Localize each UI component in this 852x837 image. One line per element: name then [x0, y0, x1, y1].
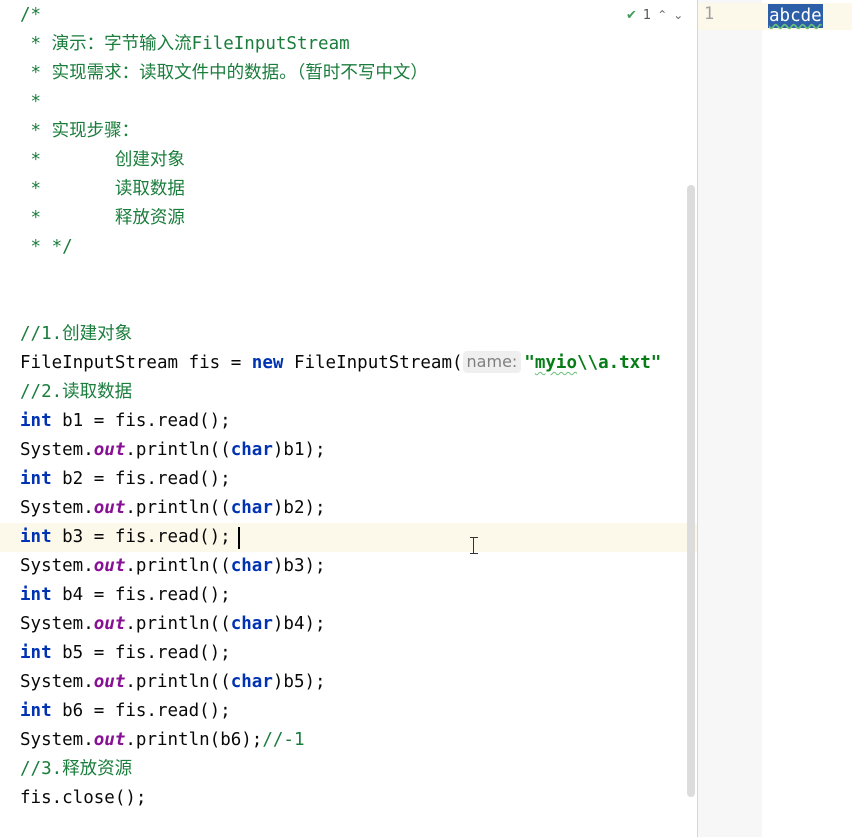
code-line: * — [20, 92, 42, 112]
code-token: System. — [20, 498, 94, 518]
comment-class-name: FileInputStream — [191, 34, 350, 54]
comment-text: * 演示：字节输入流 — [20, 34, 192, 54]
code-token: System. — [20, 556, 94, 576]
code-line-current: int b3 = fis.read(); — [20, 523, 231, 552]
code-token: b3 = fis.read(); — [51, 527, 231, 547]
code-token: b5 = fis.read(); — [51, 643, 231, 663]
inspection-count: 1 — [642, 7, 652, 23]
code-line: fis.close(); — [20, 788, 147, 808]
comment-token: //-1 — [262, 730, 305, 750]
string-token: " — [524, 353, 535, 373]
code-line: //3.释放资源 — [20, 759, 133, 779]
keyword-token: int — [20, 527, 52, 547]
text-caret — [238, 527, 240, 549]
code-token: FileInputStream fis = — [20, 353, 252, 373]
code-token: b6 = fis.read(); — [51, 701, 231, 721]
parameter-hint: name: — [462, 351, 522, 373]
field-token: out — [93, 556, 126, 576]
code-line: //2.读取数据 — [20, 382, 133, 402]
keyword-token: int — [20, 411, 52, 431]
code-token: )b2); — [272, 498, 326, 518]
code-token: System. — [20, 614, 94, 634]
code-editor[interactable]: ✔ 1 ⌃ ⌄ /* * 演示：字节输入流FileInputStream * 实… — [0, 0, 697, 837]
code-line: * 实现需求：读取文件中的数据。（暂时不写中文） — [20, 63, 428, 83]
code-token: System. — [20, 730, 94, 750]
code-line: int b6 = fis.read(); — [20, 697, 231, 726]
text-file-editor[interactable]: 1 abcde — [698, 0, 852, 837]
code-token: b1 = fis.read(); — [51, 411, 231, 431]
code-token: )b5); — [272, 672, 326, 692]
code-line: * 创建对象 — [20, 150, 185, 170]
keyword-token: int — [20, 469, 52, 489]
code-token: System. — [20, 672, 94, 692]
code-line: System.out.println((char)b5); — [20, 668, 326, 697]
field-token: out — [93, 498, 126, 518]
code-token: )b3); — [272, 556, 326, 576]
field-token: out — [93, 440, 126, 460]
keyword-token: char — [230, 498, 273, 518]
mouse-ibeam-cursor-icon — [469, 537, 479, 555]
code-line: int b5 = fis.read(); — [20, 639, 231, 668]
code-line: * 释放资源 — [20, 208, 185, 228]
code-line: System.out.println((char)b2); — [20, 494, 326, 523]
keyword-token: char — [230, 556, 273, 576]
code-line: int b1 = fis.read(); — [20, 407, 231, 436]
parameter-hint-label: name: — [466, 352, 518, 371]
string-token: myio — [534, 353, 577, 373]
code-token: )b1); — [272, 440, 326, 460]
code-line: * 实现步骤： — [20, 121, 140, 141]
code-token: )b4); — [272, 614, 326, 634]
code-token: .println(b6); — [125, 730, 263, 750]
code-token: .println(( — [125, 672, 231, 692]
string-token: \\a.txt" — [577, 353, 662, 373]
code-token: .println(( — [125, 614, 231, 634]
code-line: * */ — [20, 237, 73, 257]
code-line: System.out.println((char)b1); — [20, 436, 326, 465]
keyword-token: int — [20, 643, 52, 663]
check-icon: ✔ — [626, 7, 637, 23]
keyword-token: char — [230, 614, 273, 634]
keyword-token: char — [230, 672, 273, 692]
code-token: FileInputStream( — [283, 353, 463, 373]
code-token: System. — [20, 440, 94, 460]
line-number-gutter — [698, 0, 762, 837]
code-line: System.out.println((char)b3); — [20, 552, 326, 581]
selected-file-text[interactable]: abcde — [768, 4, 823, 28]
vertical-scrollbar[interactable] — [687, 185, 695, 797]
code-token: .println(( — [125, 440, 231, 460]
code-line: FileInputStream fis = new FileInputStrea… — [20, 349, 661, 378]
field-token: out — [93, 614, 126, 634]
keyword-token: new — [251, 353, 284, 373]
code-line: int b2 = fis.read(); — [20, 465, 231, 494]
code-line: System.out.println(b6);//-1 — [20, 726, 305, 755]
code-line: //1.创建对象 — [20, 324, 133, 344]
chevron-down-icon[interactable]: ⌄ — [673, 8, 683, 22]
chevron-up-icon[interactable]: ⌃ — [657, 8, 667, 22]
field-token: out — [93, 672, 126, 692]
code-line: * 演示：字节输入流FileInputStream — [20, 30, 350, 59]
code-token: .println(( — [125, 556, 231, 576]
code-line: System.out.println((char)b4); — [20, 610, 326, 639]
code-line: /* — [20, 5, 42, 25]
keyword-token: char — [230, 440, 273, 460]
code-line: * 读取数据 — [20, 179, 185, 199]
keyword-token: int — [20, 701, 52, 721]
code-token: b4 = fis.read(); — [51, 585, 231, 605]
code-token: b2 = fis.read(); — [51, 469, 231, 489]
line-number: 1 — [704, 4, 715, 24]
inspection-widget[interactable]: ✔ 1 ⌃ ⌄ — [626, 5, 683, 25]
keyword-token: int — [20, 585, 52, 605]
code-line: int b4 = fis.read(); — [20, 581, 231, 610]
field-token: out — [93, 730, 126, 750]
code-token: .println(( — [125, 498, 231, 518]
